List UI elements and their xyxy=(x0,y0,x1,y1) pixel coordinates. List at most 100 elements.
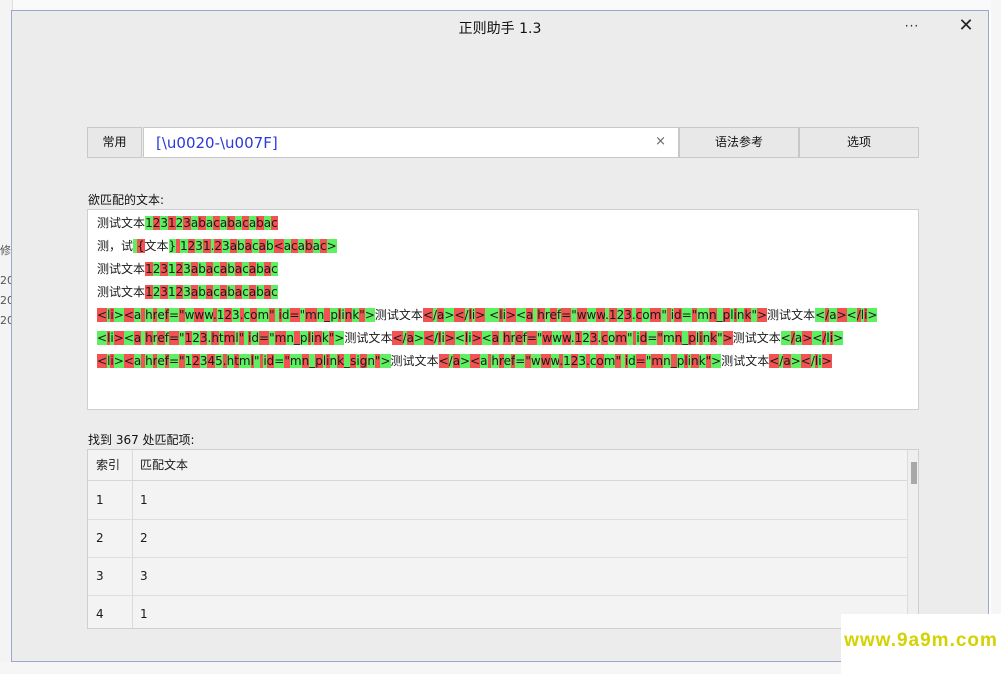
match-highlight: d xyxy=(281,308,290,322)
close-icon[interactable]: ✕ xyxy=(946,13,986,39)
window-title: 正则助手 1.3 xyxy=(458,21,542,37)
match-highlight: d xyxy=(628,354,636,368)
column-header-index[interactable]: 索引 xyxy=(96,450,120,480)
match-highlight: > xyxy=(821,354,832,368)
match-highlight: " xyxy=(627,331,633,345)
match-highlight: m xyxy=(615,331,628,345)
match-highlight: h xyxy=(145,354,153,368)
match-highlight: < xyxy=(392,331,403,345)
match-highlight: > xyxy=(836,308,847,322)
table-row[interactable]: 2 2 xyxy=(88,519,908,558)
match-highlight: = xyxy=(681,308,692,322)
source-text-area[interactable]: 测试文本123123abacabacabac 测，试 {文本} 1231.23ab… xyxy=(87,209,919,410)
match-highlight: c xyxy=(213,216,220,230)
match-highlight: h xyxy=(491,354,499,368)
source-text-line: <li><a href="123.html" id="mn_plink">测试文… xyxy=(97,331,844,345)
match-highlight: b xyxy=(305,239,313,253)
match-highlight: w xyxy=(552,331,563,345)
match-highlight: e xyxy=(157,331,165,345)
match-highlight: < xyxy=(454,331,465,345)
match-highlight: b xyxy=(266,239,274,253)
match-highlight: 5 xyxy=(215,354,223,368)
row-match-text: 1 xyxy=(140,493,148,507)
match-highlight: 3 xyxy=(183,285,191,299)
match-highlight: b xyxy=(256,216,264,230)
match-highlight: 3 xyxy=(183,262,191,276)
match-highlight: c xyxy=(213,285,220,299)
source-text-line: 测试文本123123abacabacabac xyxy=(97,262,278,276)
match-highlight: c xyxy=(242,216,249,230)
match-highlight: c xyxy=(242,285,249,299)
regex-input[interactable]: [\u0020-\u007F] xyxy=(156,134,278,152)
match-highlight: 3 xyxy=(232,308,240,322)
match-highlight: > xyxy=(364,308,375,322)
match-highlight: 3 xyxy=(160,262,168,276)
match-highlight: e xyxy=(549,308,557,322)
common-patterns-button[interactable]: 常用 xyxy=(87,127,142,158)
match-highlight: " xyxy=(269,331,275,345)
match-highlight: h xyxy=(145,331,153,345)
match-highlight: a xyxy=(244,239,253,253)
match-highlight: > xyxy=(413,331,424,345)
table-row[interactable]: 1 1 xyxy=(88,481,908,520)
match-highlight: > xyxy=(460,354,471,368)
watermark: www.9a9m.com xyxy=(841,614,1001,674)
match-highlight: h xyxy=(145,308,153,322)
table-row[interactable]: 3 3 xyxy=(88,557,908,596)
match-highlight: m xyxy=(662,331,675,345)
match-highlight: > xyxy=(113,308,124,322)
match-highlight: c xyxy=(271,216,278,230)
match-highlight: a xyxy=(783,354,791,368)
match-highlight: i xyxy=(326,354,330,368)
match-highlight: c xyxy=(320,239,327,253)
table-scrollbar[interactable] xyxy=(907,450,918,628)
options-button[interactable]: 选项 xyxy=(799,127,919,158)
table-row[interactable]: 4 1 xyxy=(88,595,908,628)
match-highlight: a xyxy=(406,331,414,345)
more-options-icon[interactable]: ··· xyxy=(892,13,932,39)
match-highlight: a xyxy=(491,331,500,345)
regex-toolbar: 常用 [\u0020-\u007F] × 语法参考 选项 xyxy=(87,127,919,159)
clear-icon[interactable]: × xyxy=(655,134,666,149)
match-highlight: w xyxy=(184,308,195,322)
match-highlight: h xyxy=(211,331,219,345)
row-index: 3 xyxy=(96,569,104,583)
match-highlight: " xyxy=(179,308,185,322)
match-highlight: 1 xyxy=(180,239,188,253)
match-highlight: / xyxy=(464,308,469,322)
match-highlight: w xyxy=(576,308,587,322)
match-highlight: n xyxy=(286,331,294,345)
match-highlight: > xyxy=(711,354,722,368)
match-highlight: n xyxy=(691,354,699,368)
row-match-text: 2 xyxy=(140,531,148,545)
match-highlight: c xyxy=(271,285,278,299)
match-highlight: b xyxy=(198,216,206,230)
match-highlight: w xyxy=(194,308,205,322)
match-highlight: e xyxy=(157,308,165,322)
match-highlight: b xyxy=(227,216,235,230)
match-highlight: w xyxy=(586,308,597,322)
match-highlight: 2 xyxy=(224,308,233,322)
regex-input-field[interactable]: [\u0020-\u007F] × xyxy=(143,127,679,158)
match-highlight: = xyxy=(168,354,180,368)
match-highlight: a xyxy=(283,239,292,253)
column-header-match-text[interactable]: 匹配文本 xyxy=(140,450,188,480)
match-highlight: w xyxy=(542,331,553,345)
match-highlight: > xyxy=(756,308,768,322)
match-highlight: = xyxy=(259,331,270,345)
match-highlight: w xyxy=(562,331,571,345)
scrollbar-thumb[interactable] xyxy=(911,462,917,484)
match-highlight: c xyxy=(291,239,298,253)
matches-table: 索引 匹配文本 1 1 2 2 3 3 4 1 xyxy=(87,449,919,629)
syntax-reference-button[interactable]: 语法参考 xyxy=(679,127,799,158)
match-highlight: < xyxy=(800,354,811,368)
match-highlight: m xyxy=(274,331,287,345)
match-highlight: w xyxy=(540,354,551,368)
match-highlight: m xyxy=(649,308,662,322)
match-highlight: p xyxy=(299,331,308,345)
match-highlight: p xyxy=(688,331,696,345)
match-highlight: 3 xyxy=(195,239,203,253)
match-highlight: < xyxy=(780,331,791,345)
match-highlight: " xyxy=(253,354,260,368)
match-highlight: h xyxy=(502,331,511,345)
